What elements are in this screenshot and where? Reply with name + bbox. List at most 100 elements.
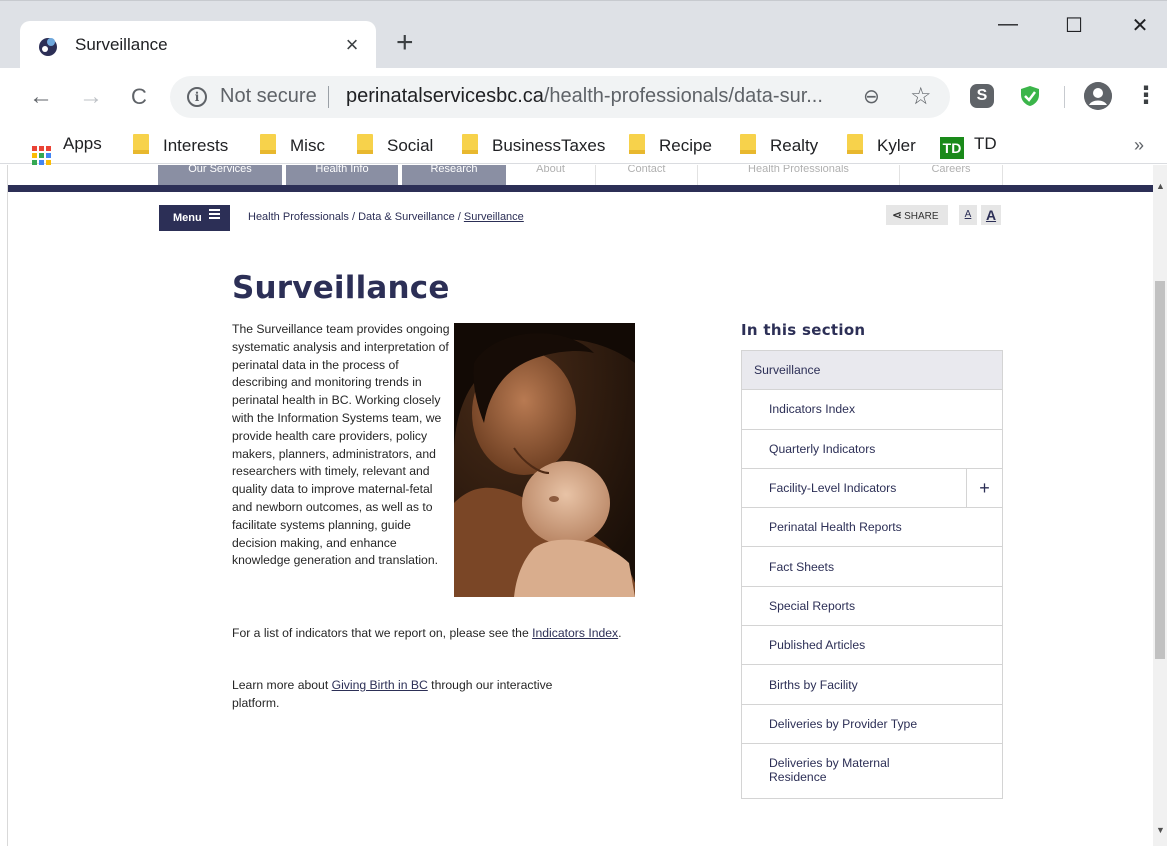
breadcrumb-separator: / — [457, 211, 461, 223]
tab-close-icon[interactable]: × — [340, 32, 364, 58]
toolbar-divider — [1064, 86, 1065, 108]
section-item-surveillance[interactable]: Surveillance — [742, 351, 1002, 391]
page-viewport: Our Services Health Info Research About … — [8, 165, 1153, 846]
section-item-indicators-index[interactable]: Indicators Index — [742, 390, 1002, 430]
url-text[interactable]: perinatalservicesbc.ca/health-profession… — [346, 85, 823, 108]
section-item-special-reports[interactable]: Special Reports — [742, 587, 1002, 627]
section-item-label: Perinatal Health Reports — [769, 520, 902, 535]
top-nav-about[interactable]: About — [506, 165, 596, 185]
section-item-label: Fact Sheets — [769, 559, 835, 574]
shield-icon[interactable] — [1018, 84, 1042, 108]
url-path: /health-professionals/data-sur... — [543, 85, 823, 107]
bookmark-businesstaxes[interactable]: BusinessTaxes — [462, 134, 605, 156]
section-item-label: Special Reports — [769, 598, 856, 613]
site-favicon-icon — [39, 38, 57, 56]
new-tab-button[interactable]: + — [396, 28, 414, 58]
folder-icon — [740, 134, 756, 154]
share-button[interactable]: ⋖ SHARE — [886, 205, 948, 225]
section-item-births-by-facility[interactable]: Births by Facility — [742, 665, 1002, 705]
zoom-icon[interactable]: ⊖ — [863, 84, 880, 109]
top-nav-health-info[interactable]: Health Info — [286, 165, 398, 185]
top-nav-contact[interactable]: Contact — [596, 165, 698, 185]
hamburger-icon — [208, 209, 220, 221]
bookmarks-overflow-button[interactable]: » — [1134, 135, 1144, 156]
scroll-up-arrow-icon[interactable]: ▲ — [1156, 181, 1165, 191]
section-heading: In this section — [741, 321, 866, 339]
menu-kebab-icon[interactable]: ⋮ — [1134, 80, 1158, 112]
bookmark-social[interactable]: Social — [357, 134, 433, 156]
bookmark-apps[interactable]: Apps — [32, 134, 102, 165]
bookmark-label: BusinessTaxes — [492, 136, 606, 155]
expand-plus-icon[interactable]: + — [966, 468, 1002, 508]
giving-birth-link[interactable]: Giving Birth in BC — [332, 678, 428, 692]
top-nav-health-professionals[interactable]: Health Professionals — [698, 165, 900, 185]
bookmark-interests[interactable]: Interests — [133, 134, 228, 156]
bookmark-kyler[interactable]: Kyler — [847, 134, 916, 156]
text-size-large-button[interactable]: A — [981, 205, 1001, 225]
tab-title: Surveillance — [75, 35, 168, 54]
indicators-index-link[interactable]: Indicators Index — [532, 626, 618, 640]
para1-end: . — [618, 626, 622, 640]
profile-icon[interactable] — [1084, 82, 1112, 110]
text-size-small-button[interactable]: A — [959, 205, 977, 225]
top-nav-research[interactable]: Research — [402, 165, 506, 185]
top-nav-our-services[interactable]: Our Services — [158, 165, 282, 185]
folder-icon — [357, 134, 373, 154]
browser-toolbar: ← → C i Not secure perinatalservicesbc.c… — [0, 68, 1167, 126]
page-scrollbar[interactable]: ▲ ▼ — [1153, 165, 1167, 846]
apps-grid-icon — [32, 146, 51, 165]
menu-button-label: Menu — [173, 212, 202, 224]
intro-paragraph: The Surveillance team provides ongoing s… — [232, 322, 450, 568]
folder-icon — [847, 134, 863, 154]
section-item-quarterly-indicators[interactable]: Quarterly Indicators — [742, 430, 1002, 469]
back-button[interactable]: ← — [26, 82, 56, 112]
breadcrumb-surveillance[interactable]: Surveillance — [464, 211, 524, 223]
folder-icon — [133, 134, 149, 154]
scrollbar-thumb[interactable] — [1155, 281, 1165, 659]
section-item-label: Facility-Level Indicators — [769, 481, 897, 496]
section-item-label: Surveillance — [754, 363, 821, 378]
url-domain: perinatalservicesbc.ca — [346, 85, 544, 107]
address-bar[interactable]: i Not secure perinatalservicesbc.ca/heal… — [170, 76, 950, 118]
section-item-label: Deliveries by Maternal Residence — [769, 755, 890, 784]
bookmark-label: Social — [387, 136, 434, 155]
bookmark-realty[interactable]: Realty — [740, 134, 818, 156]
bookmark-td[interactable]: TD TD — [940, 134, 997, 159]
skype-icon[interactable]: S — [970, 84, 994, 108]
mother-kissing-newborn-photo — [454, 323, 635, 597]
section-item-published-articles[interactable]: Published Articles — [742, 626, 1002, 666]
reload-button[interactable]: C — [124, 82, 154, 112]
td-logo-icon: TD — [940, 137, 964, 159]
forward-button[interactable]: → — [76, 82, 106, 112]
bookmark-label: Kyler — [877, 136, 916, 155]
site-top-nav: Our Services Health Info Research About … — [158, 165, 1003, 185]
bookmark-label: Interests — [163, 136, 229, 155]
folder-icon — [462, 134, 478, 154]
section-item-label: Births by Facility — [769, 677, 858, 692]
section-item-facility-level-indicators[interactable]: Facility-Level Indicators + — [742, 468, 1002, 509]
minimize-button[interactable]: — — [988, 13, 1028, 49]
bookmark-misc[interactable]: Misc — [260, 134, 325, 156]
bookmarks-bar: Apps Interests Misc Social BusinessTaxes… — [0, 126, 1167, 165]
section-item-perinatal-health-reports[interactable]: Perinatal Health Reports — [742, 508, 1002, 548]
section-item-label: Deliveries by Provider Type — [769, 716, 918, 731]
close-window-button[interactable]: ✕ — [1120, 13, 1160, 49]
breadcrumb-data-surveillance[interactable]: Data & Surveillance — [358, 211, 455, 223]
bookmark-recipe[interactable]: Recipe — [629, 134, 712, 156]
breadcrumb-health-professionals[interactable]: Health Professionals — [248, 211, 349, 223]
section-item-deliveries-by-provider-type[interactable]: Deliveries by Provider Type — [742, 705, 1002, 744]
section-item-deliveries-by-maternal-residence[interactable]: Deliveries by Maternal Residence — [742, 744, 1002, 798]
top-nav-careers[interactable]: Careers — [900, 165, 1003, 185]
info-icon[interactable]: i — [187, 87, 207, 107]
breadcrumb: Health Professionals / Data & Surveillan… — [248, 211, 524, 223]
maximize-button[interactable]: ☐ — [1054, 13, 1094, 49]
browser-tab[interactable]: Surveillance × — [20, 21, 376, 71]
scroll-down-arrow-icon[interactable]: ▼ — [1156, 825, 1165, 835]
giving-birth-paragraph: Learn more about Giving Birth in BC thro… — [232, 677, 602, 713]
menu-button[interactable]: Menu — [159, 205, 230, 231]
nav-divider-bar — [8, 185, 1153, 192]
bookmark-label: Apps — [63, 134, 102, 153]
star-icon[interactable]: ☆ — [910, 82, 932, 111]
section-item-fact-sheets[interactable]: Fact Sheets — [742, 547, 1002, 587]
folder-icon — [629, 134, 645, 154]
